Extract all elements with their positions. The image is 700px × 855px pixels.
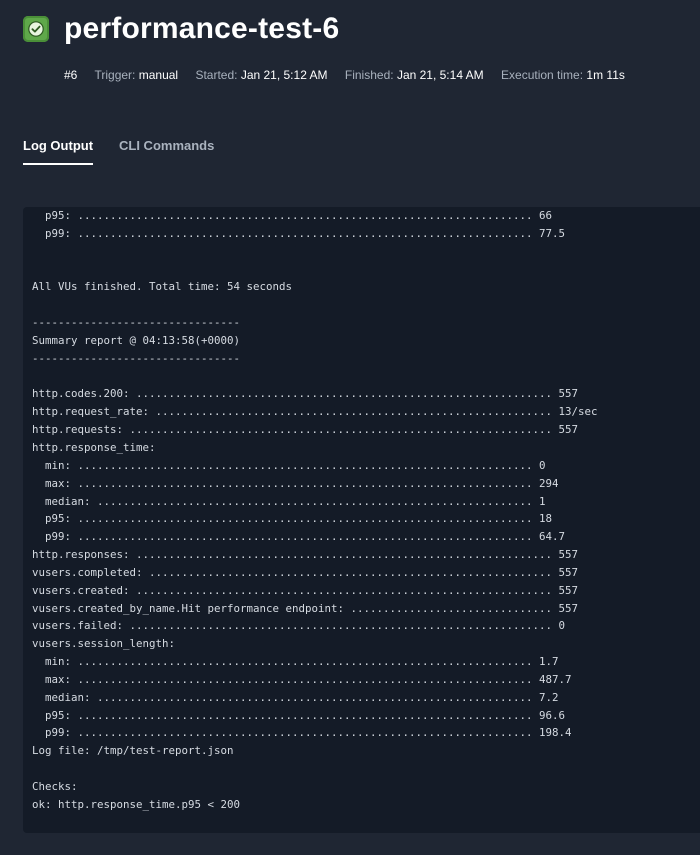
- log-line: median: ................................…: [32, 690, 559, 704]
- tab-cli-commands[interactable]: CLI Commands: [119, 138, 214, 165]
- finished-info: Finished: Jan 21, 5:14 AM: [344, 68, 484, 82]
- log-line: vusers.created_by_name.Hit performance e…: [32, 601, 579, 615]
- log-line: vusers.created: ........................…: [32, 583, 579, 597]
- run-detail-page: performance-test-6 #6 Trigger: manual St…: [0, 0, 700, 855]
- log-line: vusers.session_length:: [32, 637, 176, 651]
- log-line: vusers.completed: ......................…: [32, 565, 579, 579]
- log-line: http.requests: .........................…: [32, 423, 579, 437]
- log-line: Summary report @ 04:13:58(+0000): [32, 333, 241, 347]
- page-title: performance-test-6: [64, 12, 340, 45]
- log-line: p95: ...................................…: [32, 512, 553, 526]
- log-line: vusers.failed: .........................…: [32, 619, 566, 633]
- log-lines: p95: ...................................…: [32, 207, 700, 814]
- log-line: --------------------------------: [32, 351, 241, 365]
- log-line: p99: ...................................…: [32, 226, 566, 240]
- log-line: p99: ...................................…: [32, 530, 566, 544]
- log-line: All VUs finished. Total time: 54 seconds: [32, 280, 293, 294]
- execution-time-info: Execution time: 1m 11s: [501, 68, 625, 82]
- tab-log-output[interactable]: Log Output: [23, 138, 94, 165]
- check-icon: [28, 21, 44, 37]
- log-line: Log file: /tmp/test-report.json: [32, 744, 234, 758]
- run-header: performance-test-6: [23, 12, 700, 52]
- log-line: http.response_time:: [32, 440, 156, 454]
- log-line: Checks:: [32, 780, 78, 793]
- log-line: ok: http.response_time.p95 < 200: [32, 797, 241, 811]
- run-metadata: #6 Trigger: manual Started: Jan 21, 5:12…: [64, 68, 639, 82]
- log-line: median: ................................…: [32, 494, 546, 508]
- log-line: p99: ...................................…: [32, 726, 572, 740]
- log-line: p95: ...................................…: [32, 209, 553, 222]
- success-status-icon: [23, 16, 49, 42]
- log-line: --------------------------------: [32, 316, 241, 330]
- log-line: http.responses: ........................…: [32, 548, 579, 562]
- log-line: p95: ...................................…: [32, 708, 566, 722]
- trigger-info: Trigger: manual: [94, 68, 179, 82]
- log-line: min: ...................................…: [32, 655, 559, 669]
- log-line: max: ...................................…: [32, 476, 559, 490]
- log-output-panel[interactable]: p95: ...................................…: [23, 207, 700, 833]
- started-info: Started: Jan 21, 5:12 AM: [195, 68, 328, 82]
- log-line: http.request_rate: .....................…: [32, 405, 598, 419]
- run-number: #6: [64, 68, 78, 82]
- log-line: max: ...................................…: [32, 672, 572, 686]
- log-line: http.codes.200: ........................…: [32, 387, 579, 401]
- log-line: min: ...................................…: [32, 458, 546, 472]
